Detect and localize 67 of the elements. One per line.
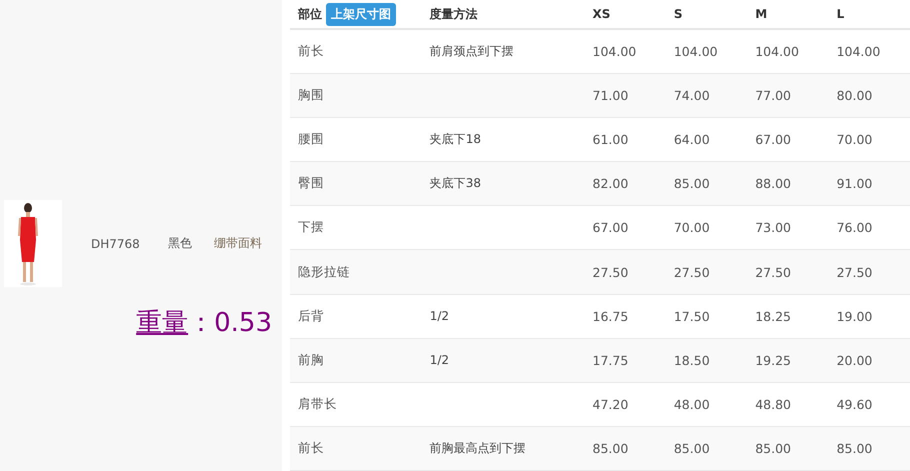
product-code: DH7768 xyxy=(91,236,140,250)
table-cell: 腰围 xyxy=(298,131,324,146)
table-cell: 77.00 xyxy=(755,88,792,104)
fabric-text: 绷带面料 xyxy=(214,235,262,252)
table-cell: 17.50 xyxy=(674,308,710,324)
table-cell: 1/2 xyxy=(430,353,450,368)
table-cell: 76.00 xyxy=(836,220,872,236)
table-cell: 47.20 xyxy=(592,396,628,412)
table-cell: 20.00 xyxy=(836,352,872,368)
weight-link[interactable]: 重量 xyxy=(136,308,188,338)
table-cell: 18.25 xyxy=(755,308,792,324)
table-cell: 27.50 xyxy=(755,264,792,280)
table-cell: 104.00 xyxy=(836,44,880,60)
table-cell: 64.00 xyxy=(674,132,710,148)
column-header: L xyxy=(836,7,844,21)
table-cell: 88.00 xyxy=(755,176,792,192)
table-cell: 18.50 xyxy=(674,352,710,368)
table-cell: 48.00 xyxy=(674,396,710,412)
table-cell: 1/2 xyxy=(430,309,450,324)
table-cell: 17.75 xyxy=(592,352,628,368)
table-cell: 前长 xyxy=(298,43,324,58)
column-header: S xyxy=(674,7,683,21)
table-cell: 91.00 xyxy=(836,176,872,192)
table-cell: 隐形拉链 xyxy=(298,264,350,279)
table-cell: 后背 xyxy=(298,308,324,323)
table-cell: 67.00 xyxy=(592,220,628,236)
table-cell: 104.00 xyxy=(755,44,799,60)
table-cell: 61.00 xyxy=(592,132,628,148)
column-header: 度量方法 xyxy=(430,6,478,20)
table-cell: 70.00 xyxy=(836,132,872,148)
table-cell: 85.00 xyxy=(592,440,628,456)
table-cell: 104.00 xyxy=(674,44,718,60)
table-cell: 73.00 xyxy=(755,220,792,236)
table-cell: 27.50 xyxy=(674,264,710,280)
column-header: XS xyxy=(592,7,610,21)
table-cell: 70.00 xyxy=(674,220,710,236)
column-header: 部位 xyxy=(298,6,322,20)
table-cell: 85.00 xyxy=(836,440,872,456)
table-cell: 85.00 xyxy=(755,440,792,456)
table-cell: 臀围 xyxy=(298,175,324,190)
table-cell: 80.00 xyxy=(836,88,872,104)
table-cell: 71.00 xyxy=(592,88,628,104)
table-cell: 夹底下38 xyxy=(430,176,481,190)
table-cell: 前肩颈点到下摆 xyxy=(430,44,514,58)
table-cell: 16.75 xyxy=(592,308,628,324)
table-cell: 104.00 xyxy=(592,44,636,60)
table-cell: 前长 xyxy=(298,440,324,455)
table-cell: 82.00 xyxy=(592,176,628,192)
product-color: 黑色 xyxy=(168,235,192,252)
column-header: M xyxy=(755,7,768,21)
table-cell: 19.00 xyxy=(836,308,872,324)
table-cell: 前胸 xyxy=(298,352,324,367)
table-cell: 胸围 xyxy=(298,87,324,102)
table-cell: 48.80 xyxy=(755,396,792,412)
table-cell: 19.25 xyxy=(755,352,792,368)
table-cell: 85.00 xyxy=(674,440,710,456)
table-cell: 27.50 xyxy=(836,264,872,280)
table-cell: 前胸最高点到下摆 xyxy=(430,440,526,455)
table-cell: 肩带长 xyxy=(298,396,337,411)
weight-value: ：0.53 xyxy=(188,308,272,338)
table-cell: 夹底下18 xyxy=(430,132,481,146)
table-cell: 85.00 xyxy=(674,176,710,192)
table-cell: 49.60 xyxy=(836,396,872,412)
table-cell: 27.50 xyxy=(592,264,628,280)
table-cell: 67.00 xyxy=(755,132,792,148)
table-cell: 下摆 xyxy=(298,219,324,234)
table-cell: 74.00 xyxy=(674,88,710,104)
